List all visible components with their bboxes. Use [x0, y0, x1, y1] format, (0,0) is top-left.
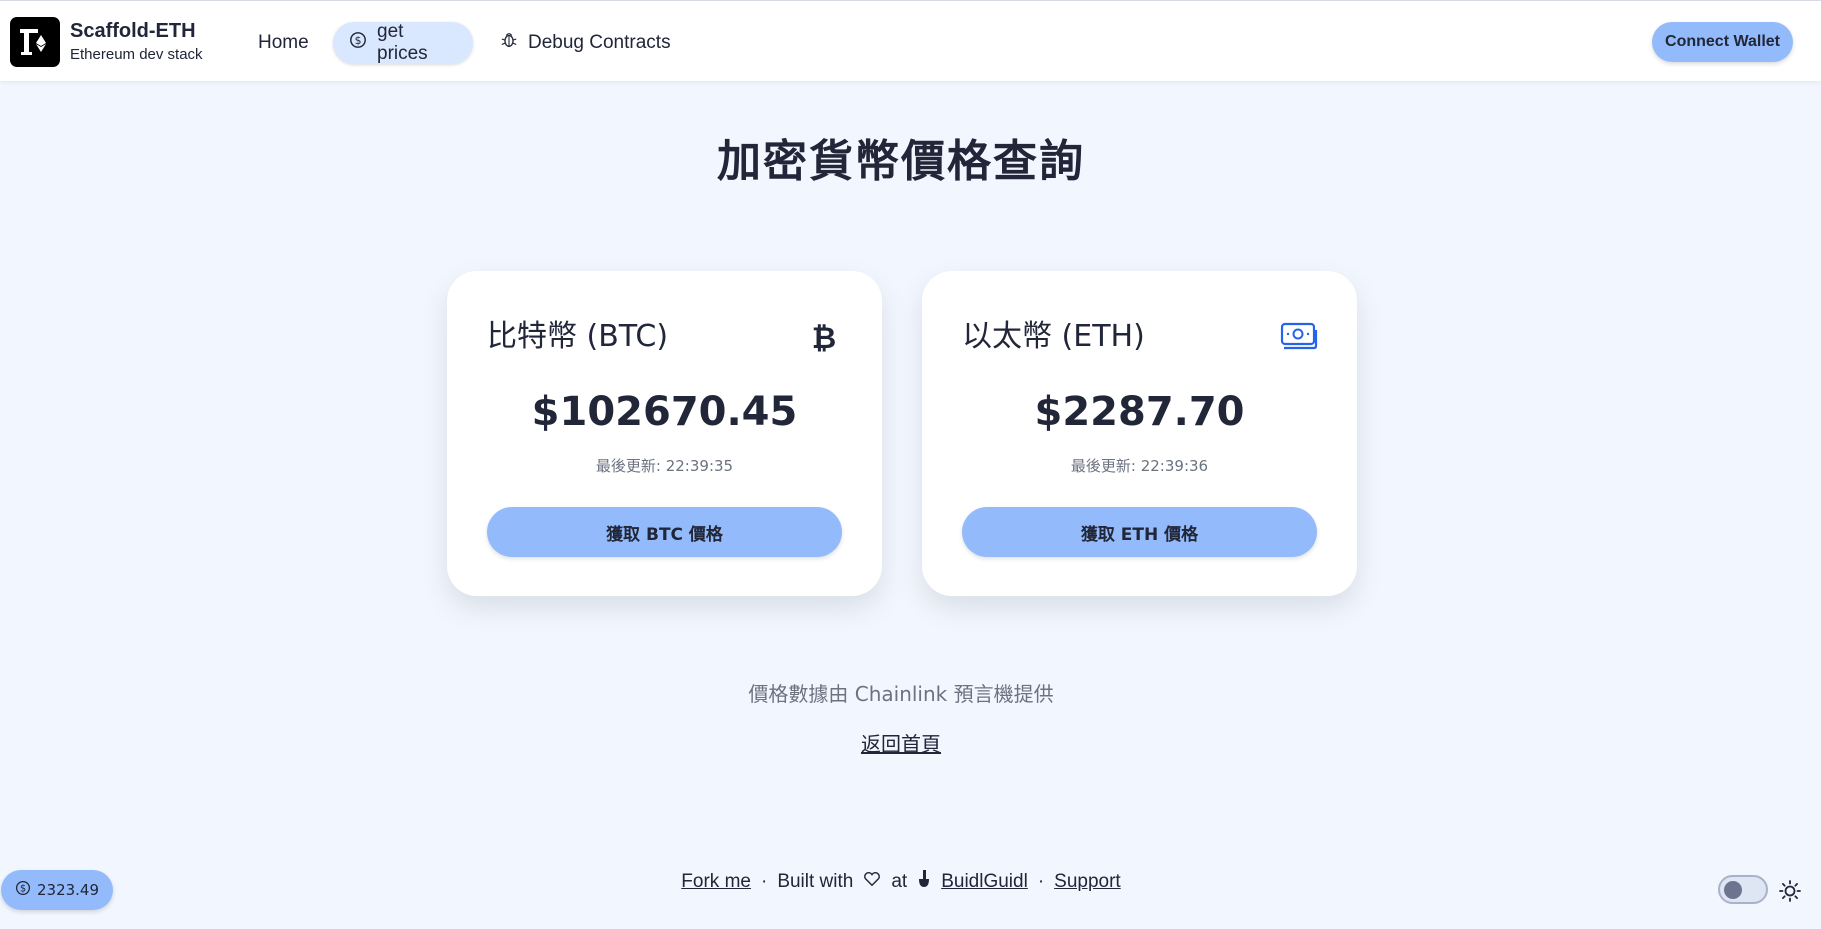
built-with-text: Built with [777, 871, 854, 892]
footer-separator: · [760, 871, 768, 892]
dollar-circle-icon: $ [349, 31, 367, 55]
sun-icon [1778, 879, 1802, 903]
brand-subtitle: Ethereum dev stack [70, 46, 203, 63]
svg-text:$: $ [355, 34, 362, 47]
nav-debug-contracts-label: Debug Contracts [528, 32, 671, 53]
eth-price-value: $2287.70 [1034, 389, 1245, 435]
banknotes-icon [1279, 317, 1319, 357]
nav-get-prices[interactable]: $ get prices [333, 21, 473, 64]
card-title: 以太幣 (ETH) [962, 319, 1145, 354]
nav-home-label: Home [258, 32, 309, 53]
page-title: 加密貨幣價格查詢 [717, 136, 1085, 187]
fetch-btc-price-button[interactable]: 獲取 BTC 價格 [487, 507, 842, 557]
footer-separator: · [1037, 871, 1045, 892]
scaffold-logo-icon[interactable] [10, 17, 60, 67]
nav-home[interactable]: Home [242, 22, 325, 64]
bug-icon [500, 31, 518, 55]
btc-price-value: $102670.45 [531, 389, 798, 435]
btc-last-updated: 最後更新: 22:39:35 [595, 457, 734, 475]
eth-last-updated: 最後更新: 22:39:36 [1070, 457, 1209, 475]
at-text: at [891, 871, 908, 892]
back-home-container: 返回首頁 [0, 728, 1802, 757]
fetch-eth-price-button[interactable]: 獲取 ETH 價格 [962, 507, 1317, 557]
nav-get-prices-label: get prices [377, 21, 428, 64]
support-link[interactable]: Support [1054, 871, 1121, 893]
data-source-note: 價格數據由 Chainlink 預言機提供 [748, 682, 1054, 706]
svg-text:₿: ₿ [812, 321, 836, 354]
back-home-link[interactable]: 返回首頁 [861, 732, 941, 756]
buidlguidl-logo-icon [917, 869, 931, 895]
footer-links: Fork me · Built with at BuidlGuidl · Sup… [0, 870, 1802, 894]
eth-price-card: 以太幣 (ETH) $2287.70 最後更新: 22:39:36 獲取 ETH… [922, 271, 1357, 596]
buidlguidl-link[interactable]: BuidlGuidl [941, 871, 1028, 893]
connect-wallet-button[interactable]: Connect Wallet [1652, 22, 1793, 62]
bitcoin-icon: ₿ [804, 317, 844, 357]
btc-price-card: 比特幣 (BTC) ₿ $102670.45 最後更新: 22:39:35 獲取… [447, 271, 882, 596]
heart-icon [863, 871, 881, 893]
top-navbar: Scaffold-ETH Ethereum dev stack Home $ g… [0, 0, 1821, 81]
nav-debug-contracts[interactable]: Debug Contracts [484, 22, 687, 64]
fork-me-link[interactable]: Fork me [681, 871, 751, 893]
theme-toggle[interactable] [1718, 875, 1768, 904]
brand-title[interactable]: Scaffold-ETH [70, 20, 196, 43]
toggle-knob [1724, 881, 1742, 899]
card-title: 比特幣 (BTC) [487, 319, 669, 354]
